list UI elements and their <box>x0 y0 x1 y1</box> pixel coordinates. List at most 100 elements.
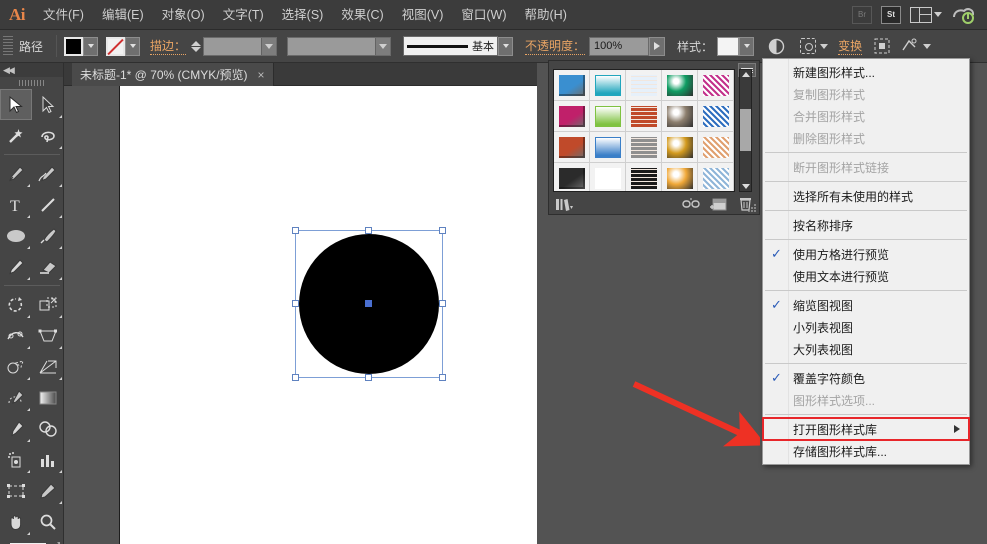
column-graph-tool[interactable] <box>32 444 64 475</box>
selection-tool[interactable] <box>0 89 32 120</box>
document-tab[interactable]: 未标题-1* @ 70% (CMYK/预览) × <box>72 63 274 86</box>
stroke-weight-stepper[interactable] <box>191 40 202 52</box>
blend-tool[interactable] <box>32 413 64 444</box>
arrange-documents-icon[interactable] <box>910 6 942 23</box>
eyedropper-tool[interactable] <box>0 413 32 444</box>
variable-width-profile-combo[interactable] <box>287 36 392 56</box>
perspective-grid-tool[interactable] <box>32 351 64 382</box>
fill-swatch[interactable] <box>64 36 84 56</box>
stroke-weight-label[interactable]: 描边： <box>150 37 187 55</box>
ctx-large-list-view[interactable]: 大列表视图 <box>763 338 969 360</box>
ctx-preview-with-square[interactable]: ✓ 使用方格进行预览 <box>763 243 969 265</box>
menu-view[interactable]: 视图(V) <box>393 0 453 30</box>
type-tool[interactable]: T <box>0 189 32 220</box>
handle-top-right[interactable] <box>439 227 446 234</box>
options-bar-grip[interactable] <box>3 36 13 56</box>
graphic-style-swatch-cell[interactable] <box>626 101 662 132</box>
menu-object[interactable]: 对象(O) <box>153 0 214 30</box>
tools-panel-collapse-button[interactable]: ◀◀ <box>0 63 63 77</box>
transform-label[interactable]: 变换 <box>838 37 863 55</box>
break-link-to-style-icon[interactable] <box>682 198 700 210</box>
curvature-tool[interactable] <box>32 158 64 189</box>
handle-bottom-center[interactable] <box>365 374 372 381</box>
graphic-style-swatch[interactable] <box>717 36 740 56</box>
artboard-tool[interactable] <box>0 475 32 506</box>
ctx-thumbnail-view[interactable]: ✓ 缩览图视图 <box>763 294 969 316</box>
brush-definition-dropdown-arrow[interactable] <box>498 36 514 56</box>
graphic-style-swatch-cell[interactable] <box>590 163 626 191</box>
graphic-style-swatch-cell[interactable] <box>554 132 590 163</box>
graphic-style-swatch-cell[interactable] <box>698 163 734 191</box>
menu-type[interactable]: 文字(T) <box>214 0 273 30</box>
slice-tool[interactable] <box>32 475 64 506</box>
menu-help[interactable]: 帮助(H) <box>516 0 576 30</box>
styles-library-menu-icon[interactable] <box>555 198 573 211</box>
graphic-style-swatch-cell[interactable] <box>662 101 698 132</box>
menu-window[interactable]: 窗口(W) <box>452 0 515 30</box>
graphic-style-swatch-cell[interactable] <box>698 101 734 132</box>
width-tool[interactable] <box>0 320 32 351</box>
scrollbar-thumb[interactable] <box>740 109 751 151</box>
recolor-artwork-icon[interactable] <box>798 36 818 56</box>
align-icon[interactable] <box>872 36 892 56</box>
scroll-down-arrow-icon[interactable] <box>741 184 750 189</box>
handle-bottom-left[interactable] <box>292 374 299 381</box>
opacity-mask-icon[interactable] <box>766 36 786 56</box>
canvas-area[interactable] <box>64 86 537 544</box>
zoom-tool[interactable] <box>32 506 64 537</box>
ctx-small-list-view[interactable]: 小列表视图 <box>763 316 969 338</box>
handle-top-center[interactable] <box>365 227 372 234</box>
pencil-tool[interactable] <box>0 251 32 282</box>
ellipse-tool[interactable] <box>0 220 32 251</box>
graphic-style-swatch-cell[interactable] <box>590 132 626 163</box>
graphic-style-swatch-cell[interactable] <box>590 101 626 132</box>
artboard[interactable] <box>119 86 537 544</box>
shape-builder-tool[interactable] <box>0 351 32 382</box>
handle-bottom-right[interactable] <box>439 374 446 381</box>
menu-select[interactable]: 选择(S) <box>273 0 333 30</box>
graphic-style-swatch-cell[interactable] <box>698 132 734 163</box>
brush-definition-preview[interactable]: 基本 <box>403 36 499 56</box>
ctx-override-character-color[interactable]: ✓ 覆盖字符颜色 <box>763 367 969 389</box>
graphic-style-dropdown-arrow[interactable] <box>739 36 755 56</box>
scroll-up-arrow-icon[interactable] <box>741 72 750 77</box>
magic-wand-tool[interactable] <box>0 120 32 151</box>
graphic-style-swatch-cell[interactable] <box>662 163 698 191</box>
handle-middle-right[interactable] <box>439 300 446 307</box>
graphic-style-swatch-cell[interactable] <box>626 163 662 191</box>
bridge-icon[interactable]: Br <box>852 5 872 24</box>
tools-panel-grip[interactable] <box>0 77 63 89</box>
ctx-select-all-unused[interactable]: 选择所有未使用的样式 <box>763 185 969 207</box>
ctx-save-graphic-style-library[interactable]: 存储图形样式库... <box>763 440 969 462</box>
handle-top-left[interactable] <box>292 227 299 234</box>
graphic-style-swatch-cell[interactable] <box>554 70 590 101</box>
mesh-tool[interactable] <box>0 382 32 413</box>
ctx-open-graphic-style-library[interactable]: 打开图形样式库 <box>762 417 970 441</box>
direct-selection-tool[interactable] <box>32 89 64 120</box>
graphic-styles-scrollbar[interactable] <box>739 69 752 192</box>
stock-icon[interactable]: St <box>881 5 901 24</box>
gradient-tool[interactable] <box>32 382 64 413</box>
eraser-tool[interactable] <box>32 251 64 282</box>
hand-tool[interactable] <box>0 506 32 537</box>
opacity-value-field[interactable]: 100% <box>589 36 650 56</box>
free-transform-tool[interactable] <box>32 320 64 351</box>
line-segment-tool[interactable] <box>32 189 64 220</box>
graphic-style-swatch-cell[interactable] <box>590 70 626 101</box>
menu-file[interactable]: 文件(F) <box>34 0 93 30</box>
graphic-style-swatch-cell[interactable] <box>662 132 698 163</box>
fill-color-control[interactable] <box>64 36 99 56</box>
scale-tool[interactable] <box>32 289 64 320</box>
selected-shape-group[interactable] <box>292 227 446 381</box>
lasso-tool[interactable] <box>32 120 64 151</box>
graphic-style-swatch-cell[interactable] <box>626 132 662 163</box>
opacity-popup-button[interactable] <box>649 36 666 56</box>
pen-tool[interactable] <box>0 158 32 189</box>
menu-edit[interactable]: 编辑(E) <box>93 0 153 30</box>
ctx-sort-by-name[interactable]: 按名称排序 <box>763 214 969 236</box>
menu-effect[interactable]: 效果(C) <box>332 0 392 30</box>
fill-dropdown-arrow[interactable] <box>83 36 99 56</box>
stroke-weight-combo[interactable] <box>203 36 278 56</box>
handle-middle-left[interactable] <box>292 300 299 307</box>
symbol-sprayer-tool[interactable] <box>0 444 32 475</box>
